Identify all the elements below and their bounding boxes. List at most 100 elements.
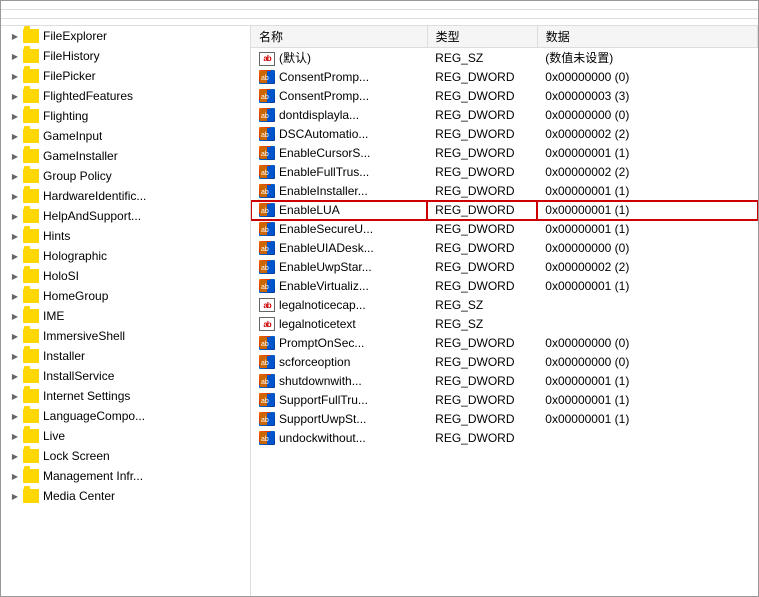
- col-header-data[interactable]: 数据: [537, 26, 757, 48]
- dword-icon: ab: [259, 260, 275, 274]
- registry-row[interactable]: abshutdownwith...REG_DWORD0x00000001 (1): [251, 372, 758, 391]
- registry-row[interactable]: ablegalnoticetextREG_SZ: [251, 315, 758, 334]
- tree-item[interactable]: Installer: [1, 346, 250, 366]
- col-header-type[interactable]: 类型: [427, 26, 537, 48]
- registry-row[interactable]: abEnableSecureU...REG_DWORD0x00000001 (1…: [251, 220, 758, 239]
- registry-row[interactable]: abSupportUwpSt...REG_DWORD0x00000001 (1): [251, 410, 758, 429]
- tree-arrow-icon: [9, 250, 21, 262]
- tree-item[interactable]: HelpAndSupport...: [1, 206, 250, 226]
- tree-item[interactable]: Flighting: [1, 106, 250, 126]
- menu-file[interactable]: [5, 12, 17, 16]
- tree-panel[interactable]: FileExplorerFileHistory FilePicker Flighte…: [1, 26, 251, 596]
- dword-icon: ab: [259, 89, 275, 103]
- registry-row[interactable]: abEnableVirtualiz...REG_DWORD0x00000001 …: [251, 277, 758, 296]
- menu-help[interactable]: [101, 12, 113, 16]
- reg-name-text: legalnoticecap...: [279, 298, 366, 312]
- reg-name-cell: abshutdownwith...: [251, 372, 427, 391]
- svg-text:ab: ab: [261, 436, 269, 443]
- registry-row[interactable]: abscforceoptionREG_DWORD0x00000000 (0): [251, 353, 758, 372]
- tree-item[interactable]: GameInstaller: [1, 146, 250, 166]
- tree-item-label: FilePicker: [43, 69, 96, 83]
- registry-row[interactable]: abEnableInstaller...REG_DWORD0x00000001 …: [251, 182, 758, 201]
- folder-icon: [23, 389, 39, 403]
- tree-item[interactable]: ImmersiveShell: [1, 326, 250, 346]
- folder-icon: [23, 249, 39, 263]
- svg-text:ab: ab: [261, 189, 269, 196]
- tree-item[interactable]: Media Center: [1, 486, 250, 506]
- dword-icon: ab: [259, 203, 275, 217]
- registry-row[interactable]: abDSCAutomatio...REG_DWORD0x00000002 (2): [251, 125, 758, 144]
- tree-item-label: Group Policy: [43, 169, 112, 183]
- main-content: FileExplorerFileHistory FilePicker Flighte…: [1, 26, 758, 596]
- tree-item-label: GameInput: [43, 129, 102, 143]
- reg-data-cell: 0x00000000 (0): [537, 68, 757, 87]
- reg-name-cell: abPromptOnSec...: [251, 334, 427, 353]
- col-header-name[interactable]: 名称: [251, 26, 427, 48]
- registry-row[interactable]: abEnableUIADesk...REG_DWORD0x00000000 (0…: [251, 239, 758, 258]
- registry-row[interactable]: abConsentPromp...REG_DWORD0x00000000 (0): [251, 68, 758, 87]
- registry-row[interactable]: abConsentPromp...REG_DWORD0x00000003 (3): [251, 87, 758, 106]
- tree-item[interactable]: FileExplorer: [1, 26, 250, 46]
- tree-item[interactable]: FileHistory: [1, 46, 250, 66]
- reg-name-text: EnableVirtualiz...: [279, 279, 369, 293]
- address-bar: [1, 19, 758, 26]
- dword-icon: ab: [259, 241, 275, 255]
- dword-icon: ab: [259, 431, 275, 445]
- tree-arrow-icon: [9, 50, 21, 62]
- registry-row[interactable]: abPromptOnSec...REG_DWORD0x00000000 (0): [251, 334, 758, 353]
- svg-text:ab: ab: [261, 94, 269, 101]
- tree-item[interactable]: HardwareIdentific...: [1, 186, 250, 206]
- menu-edit[interactable]: [29, 12, 41, 16]
- tree-item[interactable]: HomeGroup: [1, 286, 250, 306]
- reg-name-text: EnableUwpStar...: [279, 260, 372, 274]
- registry-row[interactable]: abundockwithout...REG_DWORD: [251, 429, 758, 448]
- tree-item-label: ImmersiveShell: [43, 329, 125, 343]
- tree-arrow-icon: [9, 490, 21, 502]
- tree-item[interactable]: InstallService: [1, 366, 250, 386]
- tree-item-label: FlightedFeatures: [43, 89, 133, 103]
- registry-row[interactable]: abEnableCursorS...REG_DWORD0x00000001 (1…: [251, 144, 758, 163]
- svg-text:ab: ab: [261, 265, 269, 272]
- reg-data-cell: 0x00000001 (1): [537, 144, 757, 163]
- reg-data-cell: 0x00000001 (1): [537, 391, 757, 410]
- reg-name-cell: abEnableVirtualiz...: [251, 277, 427, 296]
- registry-row[interactable]: abEnableFullTrus...REG_DWORD0x00000002 (…: [251, 163, 758, 182]
- tree-item-label: HardwareIdentific...: [43, 189, 146, 203]
- tree-item[interactable]: LanguageCompo...: [1, 406, 250, 426]
- registry-row[interactable]: abSupportFullTru...REG_DWORD0x00000001 (…: [251, 391, 758, 410]
- tree-item[interactable]: Hints: [1, 226, 250, 246]
- registry-row[interactable]: ablegalnoticecap...REG_SZ: [251, 296, 758, 315]
- registry-row[interactable]: abEnableUwpStar...REG_DWORD0x00000002 (2…: [251, 258, 758, 277]
- reg-type-cell: REG_DWORD: [427, 353, 537, 372]
- reg-type-cell: REG_DWORD: [427, 410, 537, 429]
- svg-text:ab: ab: [261, 417, 269, 424]
- tree-item[interactable]: Lock Screen: [1, 446, 250, 466]
- folder-icon: [23, 189, 39, 203]
- reg-data-cell: 0x00000003 (3): [537, 87, 757, 106]
- registry-row[interactable]: ab(默认)REG_SZ(数值未设置): [251, 48, 758, 68]
- reg-name-cell: abEnableSecureU...: [251, 220, 427, 239]
- ab-icon: ab: [259, 298, 275, 312]
- folder-icon: [23, 369, 39, 383]
- folder-icon: [23, 309, 39, 323]
- tree-item[interactable]: Live: [1, 426, 250, 446]
- tree-item[interactable]: Internet Settings: [1, 386, 250, 406]
- registry-panel[interactable]: 名称 类型 数据 ab(默认)REG_SZ(数值未设置)abConsentPro…: [251, 26, 758, 596]
- registry-row[interactable]: abEnableLUAREG_DWORD0x00000001 (1): [251, 201, 758, 220]
- tree-item[interactable]: GameInput: [1, 126, 250, 146]
- tree-item[interactable]: Holographic: [1, 246, 250, 266]
- tree-item-label: Flighting: [43, 109, 88, 123]
- tree-item[interactable]: Group Policy: [1, 166, 250, 186]
- tree-item-label: Live: [43, 429, 65, 443]
- tree-item[interactable]: Management Infr...: [1, 466, 250, 486]
- reg-name-cell: ab EnableUwpStar...: [251, 258, 427, 277]
- tree-item[interactable]: IME: [1, 306, 250, 326]
- menu-favorites[interactable]: [77, 12, 89, 16]
- reg-name-text: SupportFullTru...: [279, 393, 368, 407]
- tree-item[interactable]: FlightedFeatures: [1, 86, 250, 106]
- tree-item[interactable]: FilePicker: [1, 66, 250, 86]
- tree-arrow-icon: [9, 370, 21, 382]
- tree-item[interactable]: HoloSI: [1, 266, 250, 286]
- menu-view[interactable]: [53, 12, 65, 16]
- registry-row[interactable]: abdontdisplayla...REG_DWORD0x00000000 (0…: [251, 106, 758, 125]
